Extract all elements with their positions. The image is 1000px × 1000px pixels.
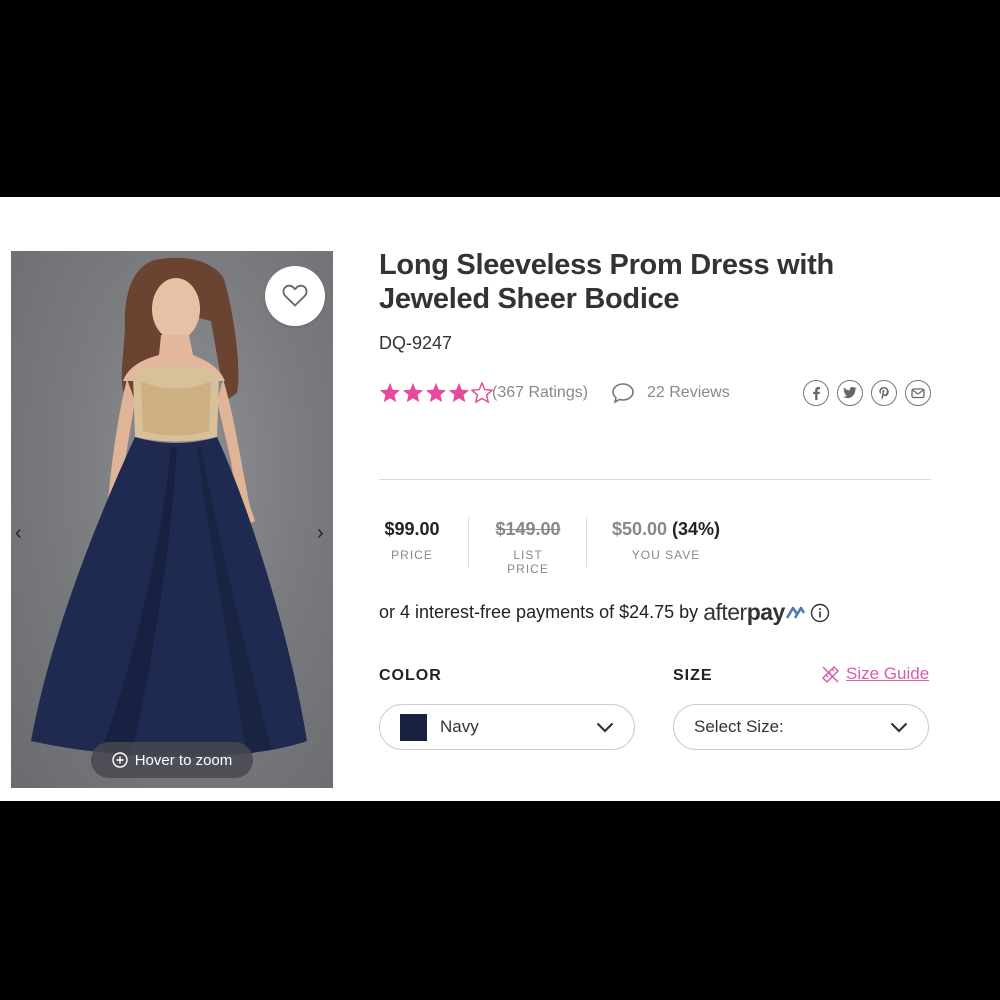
list-price-label: LIST PRICE — [507, 548, 549, 576]
heart-icon — [282, 284, 308, 307]
price-block: $99.00 PRICE — [379, 519, 445, 562]
savings-amount: $50.00 — [611, 519, 668, 539]
share-facebook-button[interactable] — [803, 380, 829, 406]
color-swatch — [400, 713, 427, 741]
afterpay-message: or 4 interest-free payments of $24.75 by… — [379, 599, 830, 626]
divider — [379, 479, 931, 480]
savings-label: YOU SAVE — [631, 548, 701, 562]
twitter-icon — [843, 387, 857, 399]
color-select[interactable]: Navy — [379, 704, 635, 750]
list-price-block: $149.00 LIST PRICE — [492, 519, 564, 576]
size-select-value: Select Size: — [694, 717, 784, 736]
product-sku: DQ-9247 — [379, 333, 453, 353]
ratings-count[interactable]: (367 Ratings) — [492, 384, 588, 402]
afterpay-text: or 4 interest-free payments of $24.75 by — [379, 602, 699, 622]
size-select[interactable]: Select Size: — [673, 704, 929, 750]
reviews-link[interactable]: 22 Reviews — [647, 384, 730, 402]
product-image[interactable]: ‹ › Hover to zoom — [11, 251, 333, 788]
afterpay-logo: afterpay — [703, 599, 785, 625]
share-pinterest-button[interactable] — [871, 380, 897, 406]
price-label: PRICE — [391, 548, 433, 562]
pinterest-icon — [879, 387, 889, 400]
size-guide-label: Size Guide — [846, 664, 930, 683]
dress-photo — [31, 257, 307, 757]
savings-block: $50.00 (34%) YOU SAVE — [611, 519, 721, 562]
star-filled-icon — [425, 382, 447, 403]
share-email-button[interactable] — [905, 380, 931, 406]
hover-to-zoom-button[interactable]: Hover to zoom — [91, 742, 253, 778]
color-label: COLOR — [379, 667, 442, 684]
color-select-value: Navy — [440, 717, 479, 736]
share-twitter-button[interactable] — [837, 380, 863, 406]
chevron-down-icon — [890, 722, 908, 733]
price-divider — [586, 517, 587, 567]
product-title: Long Sleeveless Prom Dress with Jeweled … — [379, 249, 834, 315]
previous-image-arrow[interactable]: ‹ — [15, 523, 22, 543]
chevron-down-icon — [596, 722, 614, 733]
ruler-icon — [821, 665, 840, 683]
list-price-value: $149.00 — [495, 519, 561, 539]
zoom-plus-icon — [112, 752, 128, 768]
price-value: $99.00 — [384, 519, 440, 539]
star-empty-icon — [471, 382, 493, 403]
size-label: SIZE — [673, 667, 713, 684]
price-divider — [468, 517, 469, 567]
size-guide-link[interactable]: Size Guide — [821, 664, 929, 684]
product-panel: ‹ › Hover to zoom Long Sleeveless Prom D… — [0, 197, 1000, 801]
savings-percent: (34%) — [672, 519, 721, 539]
star-filled-icon — [379, 382, 401, 403]
zoom-label: Hover to zoom — [134, 751, 233, 769]
star-filled-icon — [448, 382, 470, 403]
star-rating[interactable] — [379, 382, 493, 403]
email-icon — [911, 388, 925, 399]
facebook-icon — [813, 387, 820, 400]
info-icon[interactable] — [810, 603, 830, 623]
favorite-button[interactable] — [265, 266, 325, 326]
afterpay-mark-icon — [785, 606, 805, 619]
next-image-arrow[interactable]: › — [317, 523, 324, 543]
star-filled-icon — [402, 382, 424, 403]
comment-icon — [612, 383, 634, 404]
